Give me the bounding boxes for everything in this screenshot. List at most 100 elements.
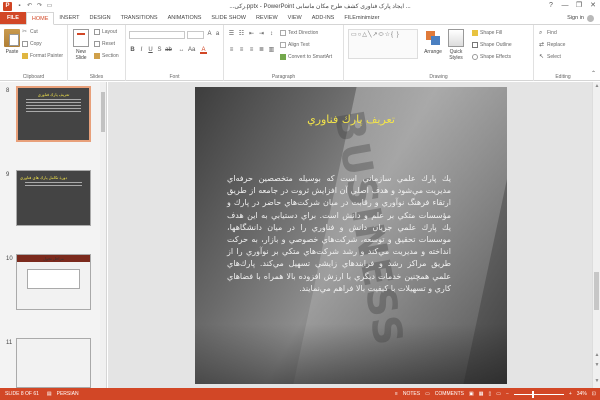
layout-icon xyxy=(94,29,100,35)
bold-icon[interactable]: B xyxy=(129,47,136,54)
drawing-group-label: Drawing xyxy=(429,74,448,80)
align-left-icon[interactable]: ≡ xyxy=(228,47,235,54)
scroll-down-page-icon[interactable]: ▼ xyxy=(593,362,600,368)
collapse-ribbon-icon[interactable]: ⌃ xyxy=(590,71,597,78)
help-button[interactable]: ? xyxy=(544,0,558,12)
tab-animations[interactable]: ANIMATIONS xyxy=(163,12,207,24)
section-button[interactable]: Section xyxy=(94,53,119,59)
copy-button[interactable]: Copy xyxy=(22,41,42,47)
tab-view[interactable]: VIEW xyxy=(283,12,307,24)
sign-in-link[interactable]: Sign in xyxy=(567,12,600,24)
numbering-icon[interactable]: ☷ xyxy=(238,31,245,38)
decrease-indent-icon[interactable]: ⇤ xyxy=(248,31,255,38)
comments-button[interactable]: COMMENTS xyxy=(435,391,464,397)
text-direction-button[interactable]: Text Direction xyxy=(280,30,318,36)
shape-outline-button[interactable]: Shape Outline xyxy=(472,42,512,48)
reading-view-icon[interactable]: ▯ xyxy=(488,391,491,397)
slide-body-text[interactable]: يك پارك علمي سازماني است كه بوسيله متخصص… xyxy=(227,173,451,295)
align-center-icon[interactable]: ≡ xyxy=(238,47,245,54)
bullets-icon[interactable]: ☰ xyxy=(228,31,235,38)
start-slideshow-icon[interactable]: ▭ xyxy=(46,3,53,10)
tab-fileminimizer[interactable]: FILEminimizer xyxy=(339,12,384,24)
zoom-in-icon[interactable]: + xyxy=(569,391,572,397)
thumbnails-scrollbar[interactable] xyxy=(100,82,106,388)
thumbnail-slide-11[interactable] xyxy=(16,338,91,388)
undo-icon[interactable]: ↶ xyxy=(26,3,33,10)
shapes-gallery[interactable]: ▭○△╲↗⬭☆{ } xyxy=(348,29,418,59)
normal-view-icon[interactable]: ▣ xyxy=(469,391,474,397)
shrink-font-icon[interactable]: a xyxy=(214,31,221,38)
redo-icon[interactable]: ↷ xyxy=(36,3,43,10)
slide-sorter-icon[interactable]: ▦ xyxy=(479,391,484,397)
effects-icon xyxy=(472,54,478,60)
zoom-out-icon[interactable]: − xyxy=(506,391,509,397)
current-slide[interactable]: BUSINESS تعريف پارك فناوري يك پارك علمي … xyxy=(195,87,507,384)
change-case-icon[interactable]: Aa xyxy=(188,47,195,54)
font-size-combo[interactable] xyxy=(187,31,204,39)
minimize-button[interactable]: — xyxy=(558,0,572,12)
align-text-button[interactable]: Align Text xyxy=(280,42,310,48)
editor-scroll-thumb[interactable] xyxy=(594,272,599,310)
thumbnail-slide-9[interactable]: دورة تكامل پارك هاي فناوري xyxy=(16,170,91,226)
zoom-slider-knob[interactable] xyxy=(531,390,534,398)
character-spacing-icon[interactable]: ↔ xyxy=(178,47,185,54)
select-button[interactable]: ↖ Select xyxy=(539,54,561,60)
scroll-down-icon[interactable]: ▼ xyxy=(593,378,600,384)
quick-styles-button[interactable]: Quick Styles xyxy=(445,29,467,61)
convert-smartart-button[interactable]: Convert to SmartArt xyxy=(280,54,332,60)
arrange-button[interactable]: Arrange xyxy=(422,29,444,55)
line-spacing-icon[interactable]: ↕ xyxy=(268,31,275,38)
shape-fill-button[interactable]: Shape Fill xyxy=(472,30,502,36)
zoom-slider[interactable] xyxy=(513,390,564,398)
cut-button[interactable]: ✂ Cut xyxy=(22,29,38,35)
comments-icon: ▭ xyxy=(425,391,430,397)
tab-slide-show[interactable]: SLIDE SHOW xyxy=(206,12,251,24)
thumbnails-scroll-thumb[interactable] xyxy=(101,92,105,132)
tab-add-ins[interactable]: ADD-INS xyxy=(307,12,340,24)
align-right-icon[interactable]: ≡ xyxy=(248,47,255,54)
thumbnail-slide-8[interactable]: تعريف پارك فناوري xyxy=(16,86,91,142)
layout-button[interactable]: Layout xyxy=(94,29,117,35)
tab-home[interactable]: HOME xyxy=(25,12,55,25)
shape-effects-button[interactable]: Shape Effects xyxy=(472,54,511,60)
zoom-level[interactable]: 34% xyxy=(577,391,587,397)
tab-design[interactable]: DESIGN xyxy=(85,12,116,24)
scroll-up-page-icon[interactable]: ▲ xyxy=(593,352,600,358)
language-indicator[interactable]: PERSIAN xyxy=(57,391,79,397)
underline-icon[interactable]: U xyxy=(147,47,154,54)
tab-review[interactable]: REVIEW xyxy=(251,12,283,24)
replace-button[interactable]: ⇄ Replace xyxy=(539,42,565,48)
find-button[interactable]: ⌕ Find xyxy=(539,30,557,36)
save-icon[interactable]: ▪ xyxy=(16,3,23,10)
justify-icon[interactable]: ≣ xyxy=(258,47,265,54)
strikethrough-icon[interactable]: ab xyxy=(165,47,172,54)
slide-thumbnails-pane: 8 تعريف پارك فناوري 9 دورة تكامل پارك ها… xyxy=(0,82,107,388)
tab-insert[interactable]: INSERT xyxy=(54,12,84,24)
paragraph-group-label: Paragraph xyxy=(271,74,296,80)
new-slide-button[interactable]: New Slide xyxy=(71,29,91,61)
notes-button[interactable]: NOTES xyxy=(403,391,420,397)
italic-icon[interactable]: I xyxy=(138,47,145,54)
slide-title[interactable]: تعريف پارك فناوري xyxy=(195,113,507,126)
columns-icon[interactable]: ▥ xyxy=(268,47,275,54)
shadow-icon[interactable]: S xyxy=(156,47,163,54)
fit-slide-icon[interactable]: ⊡ xyxy=(592,391,596,397)
restore-button[interactable]: ❐ xyxy=(572,0,586,12)
font-color-icon[interactable]: A xyxy=(200,47,207,54)
thumbnail-slide-10[interactable]: مراحل تحول xyxy=(16,254,91,310)
paste-button[interactable]: Paste xyxy=(3,29,21,55)
scroll-up-icon[interactable]: ▲ xyxy=(593,83,600,89)
ribbon-tabs: FILE HOME INSERT DESIGN TRANSITIONS ANIM… xyxy=(0,12,600,25)
reset-button[interactable]: Reset xyxy=(94,41,115,47)
slideshow-view-icon[interactable]: ▭ xyxy=(496,391,501,397)
grow-font-icon[interactable]: A xyxy=(206,31,213,38)
close-button[interactable]: ✕ xyxy=(586,0,600,12)
tab-file[interactable]: FILE xyxy=(0,12,26,24)
editor-scrollbar[interactable]: ▲ ▲ ▼ ▼ xyxy=(592,82,600,388)
format-painter-button[interactable]: Format Painter xyxy=(22,53,63,59)
increase-indent-icon[interactable]: ⇥ xyxy=(258,31,265,38)
tab-transitions[interactable]: TRANSITIONS xyxy=(116,12,163,24)
font-name-combo[interactable] xyxy=(129,31,185,39)
thumbnail-title: دورة تكامل پارك هاي فناوري xyxy=(20,175,68,180)
spelling-icon[interactable]: ▤ xyxy=(47,391,52,397)
